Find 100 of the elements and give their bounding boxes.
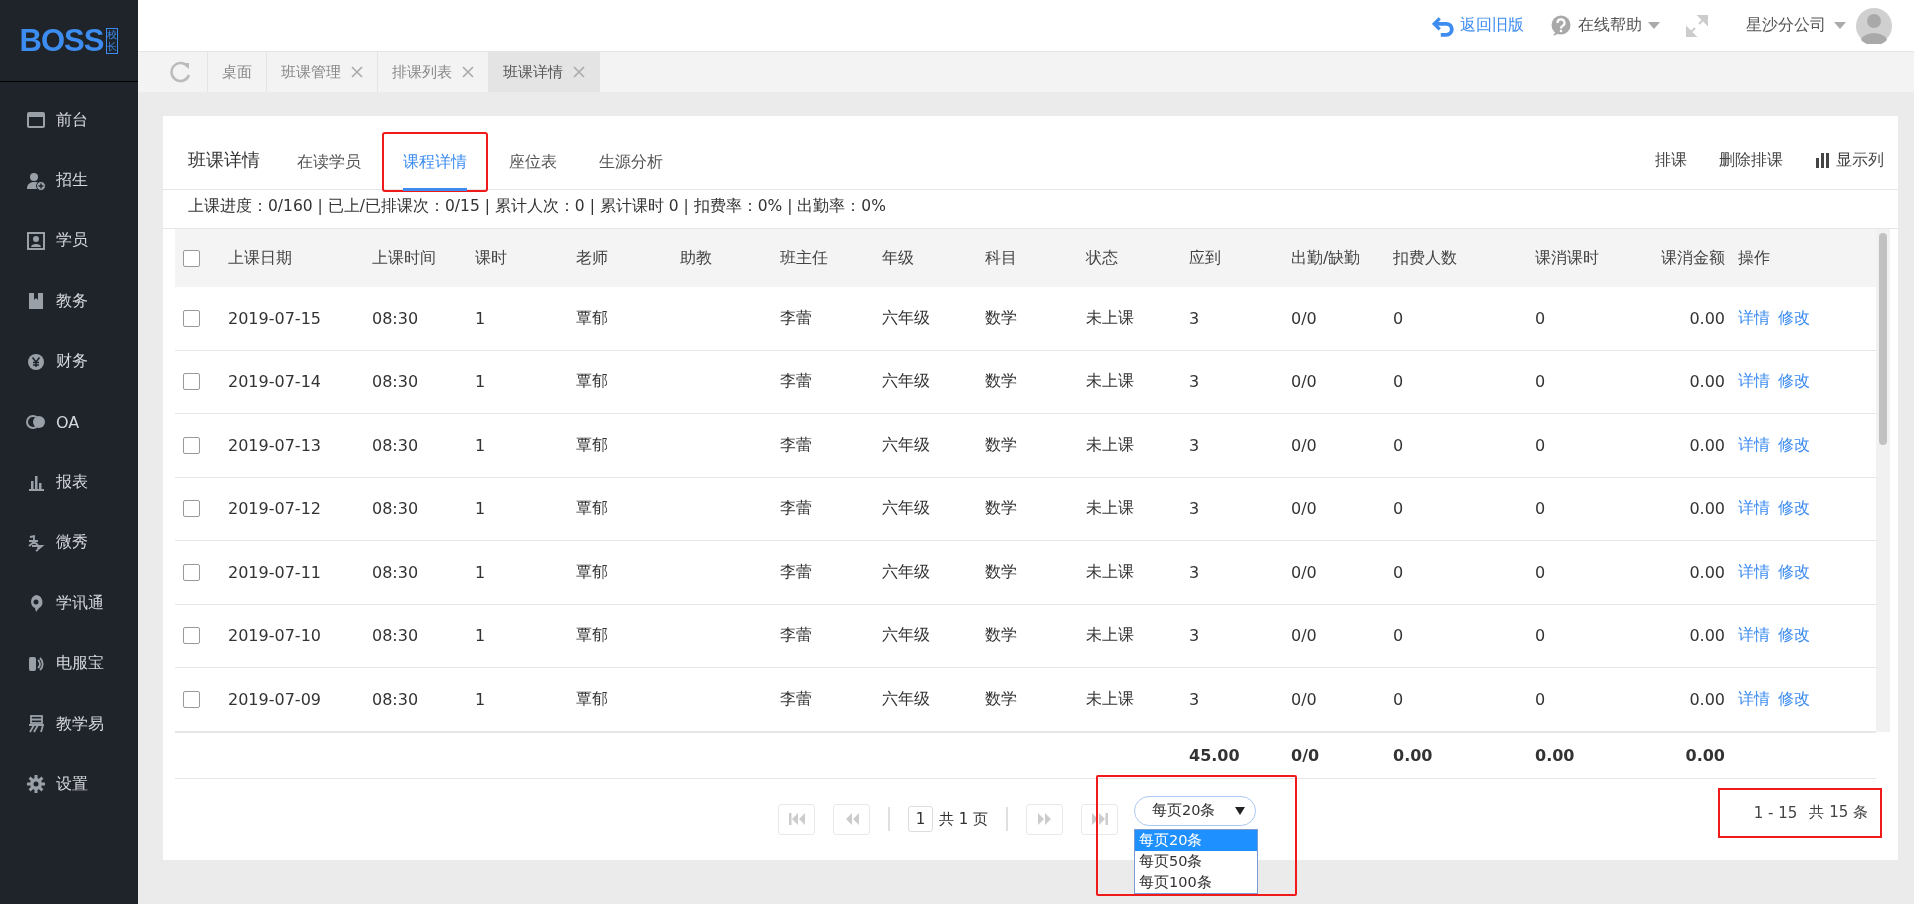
sidebar-item[interactable]: 报表 — [0, 452, 138, 513]
table-cell-text: 1 — [475, 372, 487, 392]
checkbox[interactable] — [183, 309, 200, 327]
sidebar-item[interactable]: 电服宝 — [0, 633, 138, 694]
table-cell-text: 0/0 — [1291, 689, 1318, 709]
table-cell-text: 0 — [1535, 626, 1547, 646]
details-link[interactable]: 详情 — [1738, 561, 1770, 583]
details-link[interactable]: 详情 — [1738, 625, 1770, 647]
table-cell-text: 李蕾 — [780, 434, 813, 456]
table-cell-text: 0 — [1393, 499, 1405, 519]
table-cell-text: 1 — [475, 689, 487, 709]
columns-icon — [1815, 152, 1830, 168]
sidebar-item[interactable]: 微秀 — [0, 512, 138, 574]
edit-link[interactable]: 修改 — [1778, 561, 1810, 583]
checkbox[interactable] — [183, 436, 200, 454]
table-cell-text: 六年级 — [882, 371, 931, 393]
table-cell-text: 未上课 — [1086, 688, 1135, 710]
table-cell-text: 3 — [1189, 626, 1201, 646]
column-header: 应到 — [1189, 247, 1222, 269]
yen-icon — [26, 351, 46, 372]
columns-button[interactable]: 显示列 — [1815, 131, 1884, 189]
back-link[interactable]: 返回旧版 — [1432, 14, 1524, 37]
dropdown-option[interactable]: 每页100条 — [1135, 871, 1257, 893]
sidebar-item[interactable]: 财务 — [0, 331, 138, 392]
table-cell-text: 0/0 — [1291, 499, 1318, 519]
help-icon — [1550, 14, 1572, 37]
sidebar-item[interactable]: 教务 — [0, 271, 138, 332]
sidebar-item[interactable]: 招生 — [0, 150, 138, 211]
table-cell-text: 数学 — [985, 625, 1018, 647]
edit-link[interactable]: 修改 — [1778, 307, 1810, 329]
table-cell-text: 0 — [1393, 435, 1405, 455]
table-cell-text: 08:30 — [372, 626, 420, 646]
sidebar-item[interactable]: OA — [0, 391, 138, 453]
edit-link[interactable]: 修改 — [1778, 434, 1810, 456]
table-cell-text: 未上课 — [1086, 498, 1135, 520]
details-link[interactable]: 详情 — [1738, 688, 1770, 710]
content-tab[interactable]: 在读学员 — [276, 132, 382, 192]
card-title: 班课详情 — [188, 148, 260, 172]
action-link[interactable]: 删除排课 — [1719, 131, 1783, 189]
user-add-icon — [26, 170, 46, 191]
brush-stroke-icon — [26, 532, 46, 553]
table-cell-text: 0.00 — [1688, 562, 1725, 582]
company-menu[interactable]: 星沙分公司 — [1746, 15, 1846, 36]
first-page-icon — [788, 813, 805, 826]
checkbox[interactable] — [183, 627, 200, 645]
edit-link[interactable]: 修改 — [1778, 688, 1810, 710]
details-link[interactable]: 详情 — [1738, 307, 1770, 329]
table-cell-text: 数学 — [985, 307, 1018, 329]
page-input[interactable]: 1 — [908, 806, 933, 833]
details-link[interactable]: 详情 — [1738, 371, 1770, 393]
sidebar-item[interactable]: 教学易 — [0, 693, 138, 755]
table-cell-text: 0/0 — [1291, 562, 1318, 582]
table-cell-text: 2019-07-14 — [228, 372, 322, 392]
sidebar-item[interactable]: 学讯通 — [0, 573, 138, 634]
sidebar-item[interactable]: 学员 — [0, 210, 138, 272]
previous-page-button[interactable] — [833, 803, 870, 835]
edit-link[interactable]: 修改 — [1778, 371, 1810, 393]
table-cell-text: 李蕾 — [780, 625, 813, 647]
first-page-button[interactable] — [778, 803, 815, 835]
checkbox[interactable] — [183, 563, 200, 581]
column-header: 状态 — [1086, 247, 1119, 269]
table-cell-text: 1 — [475, 499, 487, 519]
sidebar-item[interactable]: 前台 — [0, 90, 138, 151]
checkbox[interactable] — [183, 690, 200, 708]
scrollbar[interactable] — [1876, 229, 1890, 732]
page-size-select[interactable]: 每页20条 — [1134, 795, 1256, 826]
checkbox[interactable] — [183, 249, 200, 267]
dropdown-arrow-icon — [1235, 806, 1245, 815]
logo-text: BOSS — [19, 22, 104, 59]
table-cell-text: 0 — [1393, 308, 1405, 328]
table-cell-text: 08:30 — [372, 499, 420, 519]
details-link[interactable]: 详情 — [1738, 498, 1770, 520]
edit-link[interactable]: 修改 — [1778, 625, 1810, 647]
edit-link[interactable]: 修改 — [1778, 498, 1810, 520]
table-cell-text: 1 — [475, 308, 487, 328]
table-cell-text: 0 — [1393, 372, 1405, 392]
last-page-button[interactable] — [1081, 803, 1119, 835]
page-tab[interactable]: 班课详情 — [489, 52, 600, 92]
table-cell-text: 08:30 — [372, 562, 420, 582]
next-page-button[interactable] — [1026, 803, 1064, 835]
table-cell-text: 0 — [1535, 308, 1547, 328]
table-cell-text: 0.00 — [1688, 689, 1725, 709]
easy-glyph-icon — [26, 714, 46, 735]
sidebar-item[interactable]: 设置 — [0, 754, 138, 815]
settings-icon — [26, 774, 46, 795]
checkbox[interactable] — [183, 373, 200, 391]
content-tab[interactable]: 座位表 — [488, 132, 578, 192]
content-tab[interactable]: 课程详情 — [382, 132, 488, 192]
table-cell-text: 数学 — [985, 561, 1018, 583]
table-cell-text: 0 — [1393, 626, 1405, 646]
record-total: 共 15 条 — [1809, 803, 1868, 822]
caret-icon — [1834, 21, 1846, 30]
content-tab[interactable]: 生源分析 — [578, 132, 684, 192]
help-menu[interactable]: 在线帮助 — [1550, 14, 1660, 37]
table-cell-text: 08:30 — [372, 308, 420, 328]
details-link[interactable]: 详情 — [1738, 434, 1770, 456]
table-cell-text: 未上课 — [1086, 561, 1135, 583]
action-link[interactable]: 排课 — [1655, 131, 1687, 189]
checkbox[interactable] — [183, 500, 200, 518]
dropdown-option[interactable]: 每页50条 — [1135, 850, 1257, 872]
